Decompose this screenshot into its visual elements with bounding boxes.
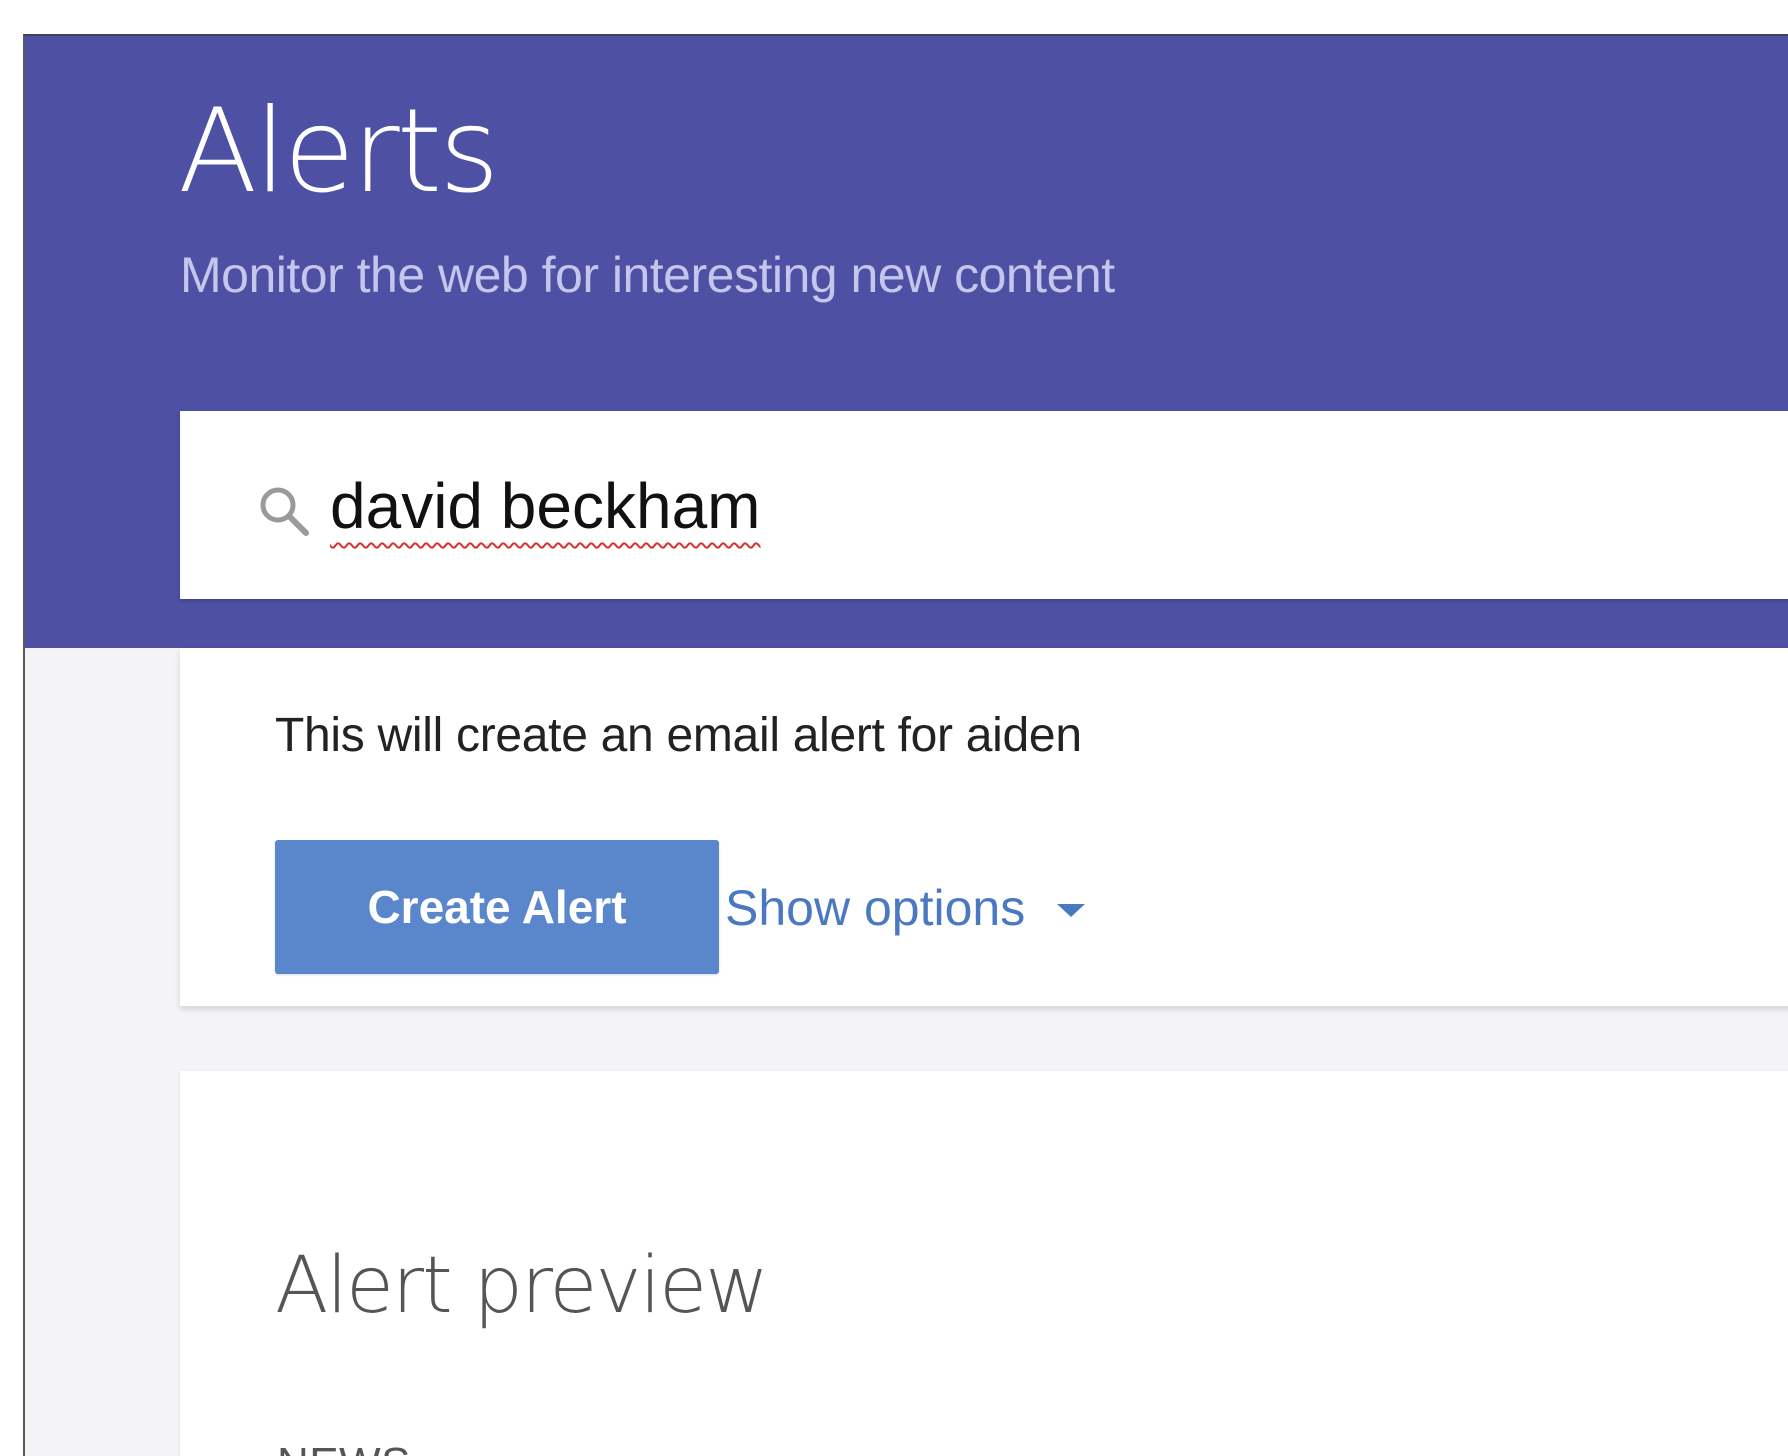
show-options-toggle[interactable]: Show options [725,866,1086,950]
page-subtitle: Monitor the web for interesting new cont… [180,247,1115,303]
page-header: Alerts Monitor the web for interesting n… [25,36,1788,648]
news-section-label: NEWS [277,1439,411,1456]
app-window: Alerts Monitor the web for interesting n… [23,34,1788,1456]
alert-preview-title: Alert preview [275,1241,769,1331]
create-alert-panel: This will create an email alert for aide… [180,648,1788,1006]
alert-preview-panel: Alert preview NEWS [180,1071,1788,1456]
show-options-label: Show options [725,880,1026,936]
search-icon [260,487,309,536]
search-bar[interactable] [180,411,1788,599]
search-input[interactable] [330,451,1730,561]
page-title: Alerts [178,84,500,219]
chevron-down-icon [1057,903,1086,917]
create-alert-button[interactable]: Create Alert [275,840,719,974]
email-alert-note: This will create an email alert for aide… [275,709,1082,762]
